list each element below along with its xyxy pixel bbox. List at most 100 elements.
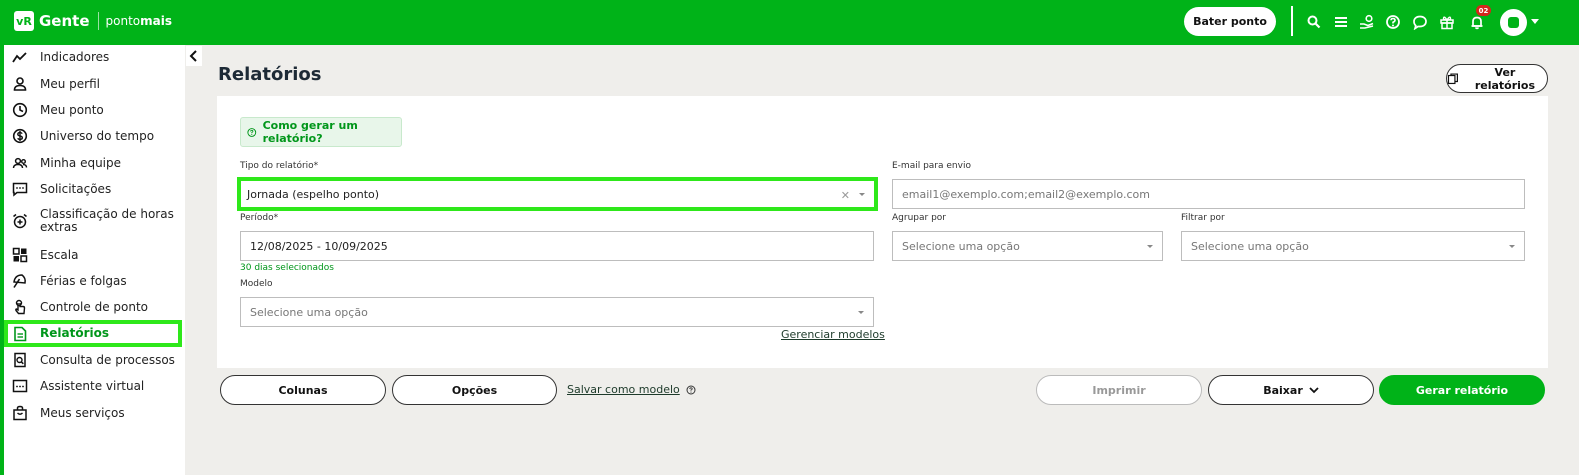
trend-line-icon (12, 49, 28, 65)
sidebar-item-consulta-de-processos[interactable]: Consulta de processos (4, 352, 182, 368)
logo-divider (97, 12, 99, 30)
how-to-label: Como gerar um relatório? (262, 119, 358, 145)
sidebar-item-label: Controle de ponto (40, 299, 148, 314)
help-icon[interactable] (1385, 14, 1401, 30)
team-icon (12, 155, 28, 171)
gift-icon[interactable] (1439, 14, 1455, 30)
report-type-select[interactable]: Jornada (espelho ponto) ✕ (237, 177, 878, 211)
chevron-down-icon[interactable] (1531, 19, 1539, 24)
avatar[interactable] (1500, 9, 1527, 36)
list-icon[interactable] (1333, 14, 1349, 30)
filter-by-placeholder: Selecione uma opção (1191, 239, 1309, 253)
sidebar-item-controle-de-ponto[interactable]: Controle de ponto (4, 299, 182, 315)
ver-relatorios-button[interactable]: Ver relatórios (1446, 64, 1548, 93)
email-input[interactable]: email1@exemplo.com;email2@exemplo.com (892, 179, 1525, 209)
sidebar-item-indicadores[interactable]: Indicadores (4, 49, 182, 65)
touch-icon (12, 299, 28, 315)
sidebar-item-label: Assistente virtual (40, 378, 145, 393)
group-by-placeholder: Selecione uma opção (902, 239, 1020, 253)
sidebar-item-label: Férias e folgas (40, 273, 127, 288)
clear-icon[interactable]: ✕ (841, 189, 850, 202)
caret-down-icon (859, 193, 865, 196)
sidebar-item-label: Minha equipe (40, 155, 122, 170)
email-label: E-mail para envio (892, 161, 971, 171)
umbrella-icon (12, 273, 28, 289)
chat-bubble-icon[interactable] (1412, 14, 1428, 30)
help-circle-icon (686, 385, 696, 394)
sidebar-item-label: Indicadores (40, 49, 110, 64)
hand-coin-icon[interactable] (1359, 14, 1375, 30)
sidebar-item-label: Meu perfil (40, 76, 100, 91)
chevron-left-icon (189, 50, 197, 62)
user-icon (12, 76, 28, 92)
sidebar-item-relatorios[interactable]: Relatórios (4, 320, 182, 347)
logo-product-suffix: mais (140, 14, 172, 28)
model-select[interactable]: Selecione uma opção (240, 297, 874, 327)
dollar-circle-icon (12, 128, 28, 144)
generate-report-button[interactable]: Gerar relatório (1379, 375, 1545, 405)
report-type-label: Tipo do relatório* (240, 161, 319, 171)
caret-down-icon (1509, 245, 1515, 248)
sidebar-item-meu-ponto[interactable]: Meu ponto (4, 102, 182, 118)
sidebar-item-minha-equipe[interactable]: Minha equipe (4, 155, 182, 171)
sidebar-item-assistente-virtual[interactable]: Assistente virtual (4, 378, 182, 394)
caret-down-icon (1147, 245, 1153, 248)
options-button[interactable]: Opções (392, 375, 557, 405)
sidebar-item-universo-do-tempo[interactable]: Universo do tempo (4, 128, 182, 144)
model-placeholder: Selecione uma opção (250, 305, 368, 319)
email-placeholder: email1@exemplo.com;email2@exemplo.com (902, 187, 1150, 201)
assistant-icon (12, 378, 28, 394)
period-value: 12/08/2025 - 10/09/2025 (250, 239, 388, 253)
search-doc-icon (12, 352, 28, 368)
sidebar-item-label: Relatórios (40, 326, 109, 340)
logo[interactable]: vR Gente pontomais (14, 11, 172, 31)
sidebar-item-solicitacoes[interactable]: Solicitações (4, 181, 182, 197)
chevron-down-icon (1309, 386, 1319, 393)
print-button[interactable]: Imprimir (1036, 375, 1202, 405)
chat-icon (12, 181, 28, 197)
logo-badge: vR (14, 11, 34, 31)
sidebar-item-escala[interactable]: Escala (4, 247, 182, 263)
sidebar-item-label: Consulta de processos (40, 352, 175, 367)
page-title: Relatórios (218, 64, 322, 85)
logo-product-prefix: ponto (105, 14, 141, 28)
sidebar-item-meu-perfil[interactable]: Meu perfil (4, 76, 182, 92)
collapse-sidebar-button[interactable] (186, 46, 202, 66)
filter-by-select[interactable]: Selecione uma opção (1181, 231, 1525, 261)
notification-badge: 02 (1476, 5, 1491, 16)
sidebar-item-label: Universo do tempo (40, 128, 155, 143)
search-icon[interactable] (1306, 14, 1322, 30)
columns-button[interactable]: Colunas (220, 375, 386, 405)
filter-by-label: Filtrar por (1181, 213, 1225, 223)
sidebar-item-label: Meus serviços (40, 405, 125, 420)
report-type-value: Jornada (espelho ponto) (247, 187, 380, 201)
avatar-logo-icon (1508, 17, 1519, 28)
documents-icon (1447, 72, 1458, 84)
period-label: Período* (240, 213, 279, 223)
model-label: Modelo (240, 279, 273, 289)
how-to-generate-link[interactable]: Como gerar um relatório? (240, 117, 402, 147)
download-button[interactable]: Baixar (1208, 375, 1374, 405)
period-hint: 30 dias selecionados (240, 263, 334, 273)
bater-ponto-button[interactable]: Bater ponto (1184, 7, 1276, 36)
ver-relatorios-label: Ver relatórios (1474, 65, 1536, 92)
logo-brand: Gente (39, 12, 90, 30)
group-by-select[interactable]: Selecione uma opção (892, 231, 1163, 261)
clock-icon (12, 102, 28, 118)
sidebar-item-ferias-e-folgas[interactable]: Férias e folgas (4, 273, 182, 289)
sidebar-item-classificacao-horas-extras[interactable]: Classificação de horas extras (4, 207, 182, 235)
sidebar-item-label: Escala (40, 247, 79, 262)
logo-product: pontomais (106, 14, 172, 28)
period-input[interactable]: 12/08/2025 - 10/09/2025 (240, 231, 874, 261)
manage-models-link[interactable]: Gerenciar modelos (781, 328, 885, 341)
sidebar-item-label: Classificação de horas extras (40, 207, 174, 234)
bag-icon (12, 405, 28, 421)
download-label: Baixar (1263, 383, 1303, 397)
bell-icon[interactable] (1469, 14, 1485, 30)
save-as-model-link[interactable]: Salvar como modelo (567, 383, 696, 396)
header-divider (1291, 6, 1293, 36)
caret-down-icon (858, 311, 864, 314)
alarm-plus-icon (12, 213, 28, 229)
sidebar-item-meus-servicos[interactable]: Meus serviços (4, 405, 182, 421)
help-circle-icon (247, 127, 257, 137)
